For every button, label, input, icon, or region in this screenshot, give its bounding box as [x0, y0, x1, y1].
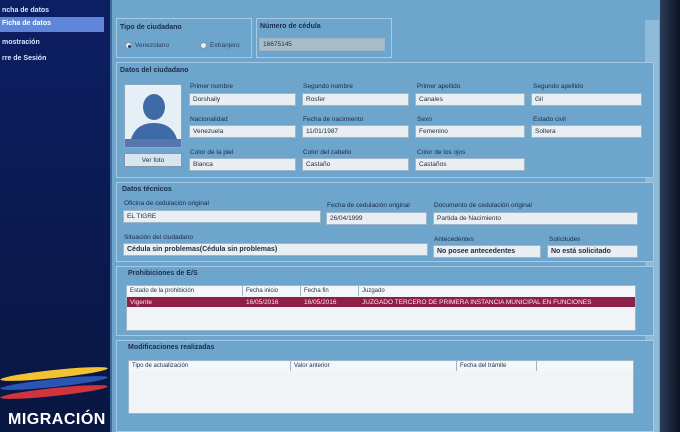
radio-venezolano-label: Venezolano	[135, 42, 169, 49]
solicitudes-label: Solicitudes	[549, 236, 581, 243]
sidebar-item-cierre-de-sesion[interactable]: rre de Sesión	[0, 52, 104, 67]
cell-estado: Vigente	[130, 299, 152, 306]
sidebar-item-administracion[interactable]: mostración	[0, 36, 104, 51]
col-fecha-inicio[interactable]: Fecha inicio	[243, 286, 301, 296]
nacionalidad-label: Nacionalidad	[190, 116, 228, 123]
color-ojos-label: Color de los ojos	[417, 149, 466, 156]
primer-nombre-label: Primer nombre	[190, 83, 233, 90]
situacion-label: Situación del ciudadano	[124, 234, 194, 241]
person-silhouette-icon	[125, 94, 181, 147]
color-cabello-field[interactable]: Castaño	[302, 158, 409, 171]
segundo-apellido-label: Segundo apellido	[533, 83, 584, 90]
cedula-title: Número de cédula	[260, 23, 321, 30]
modificaciones-title: Modificaciones realizadas	[128, 344, 215, 351]
sexo-field[interactable]: Femenino	[415, 125, 525, 138]
cell-juzgado: JUZGADO TERCERO DE PRIMERA INSTANCIA MUN…	[362, 299, 592, 306]
table-row[interactable]: Vigente 16/05/2016 16/05/2016 JUZGADO TE…	[127, 297, 635, 307]
ver-foto-button[interactable]: Ver foto	[124, 153, 182, 167]
documento-field[interactable]: Partida de Nacimiento	[433, 212, 638, 225]
oficina-field[interactable]: EL TIGRE	[123, 210, 321, 223]
estado-civil-field[interactable]: Soltera	[531, 125, 642, 138]
citizen-photo	[124, 84, 182, 148]
cell-fecha-inicio: 16/05/2016	[246, 299, 279, 306]
radio-extranjero-label: Extranjero	[210, 42, 240, 49]
fecha-nacimiento-label: Fecha de nacimiento	[303, 116, 364, 123]
nacionalidad-field[interactable]: Venezuela	[189, 125, 296, 138]
prohibiciones-table: Estado de la prohibición Fecha inicio Fe…	[126, 285, 636, 331]
migracion-logo: MIGRACIÓN	[8, 411, 106, 428]
sidebar-item-ficha-de-datos[interactable]: Ficha de datos	[0, 17, 104, 32]
sidebar: ncha de datos Ficha de datos mostración …	[0, 0, 110, 432]
window-frame	[660, 0, 680, 432]
segundo-nombre-label: Segundo nombre	[303, 83, 353, 90]
col-fecha-fin[interactable]: Fecha fin	[301, 286, 359, 296]
fecha-cedulacion-label: Fecha de cedulación original	[327, 202, 410, 209]
primer-nombre-field[interactable]: Dorshaily	[189, 93, 296, 106]
col-valor-anterior[interactable]: Valor anterior	[291, 361, 457, 371]
prohibiciones-title: Prohibiciones de E/S	[128, 270, 198, 277]
radio-extranjero[interactable]	[200, 42, 207, 49]
color-cabello-label: Color del cabello	[303, 149, 352, 156]
situacion-field[interactable]: Cédula sin problemas(Cédula sin problema…	[123, 243, 428, 256]
primer-apellido-label: Primer apellido	[417, 83, 461, 90]
color-ojos-field[interactable]: Castaños	[415, 158, 525, 171]
col-extra[interactable]	[537, 361, 633, 371]
color-piel-label: Color de la piel	[190, 149, 234, 156]
cedula-input[interactable]: 16675145	[259, 38, 385, 51]
color-piel-field[interactable]: Blanca	[189, 158, 296, 171]
primer-apellido-field[interactable]: Canales	[415, 93, 525, 106]
datos-tecnicos-title: Datos técnicos	[122, 186, 172, 193]
col-juzgado[interactable]: Juzgado	[359, 286, 635, 296]
sexo-label: Sexo	[417, 116, 432, 123]
documento-label: Documento de cedulación original	[434, 202, 532, 209]
col-fecha-tramite[interactable]: Fecha del trámite	[457, 361, 537, 371]
segundo-apellido-field[interactable]: Gil	[531, 93, 642, 106]
col-tipo-actualizacion[interactable]: Tipo de actualización	[129, 361, 291, 371]
antecedentes-label: Antecedentes	[434, 236, 474, 243]
col-estado-prohibicion[interactable]: Estado de la prohibición	[127, 286, 243, 296]
solicitudes-field[interactable]: No está solicitado	[547, 245, 638, 258]
datos-ciudadano-title: Datos del ciudadano	[120, 67, 189, 74]
estado-civil-label: Estado civil	[533, 116, 566, 123]
cell-fecha-fin: 16/05/2016	[304, 299, 337, 306]
radio-venezolano[interactable]	[125, 42, 132, 49]
oficina-label: Oficina de cedulación original	[124, 200, 209, 207]
fecha-cedulacion-field[interactable]: 26/04/1999	[326, 212, 427, 225]
segundo-nombre-field[interactable]: Rosfer	[302, 93, 409, 106]
fecha-nacimiento-field[interactable]: 11/01/1987	[302, 125, 409, 138]
modificaciones-table: Tipo de actualización Valor anterior Fec…	[128, 360, 634, 414]
antecedentes-field[interactable]: No posee antecedentes	[433, 245, 541, 258]
tipo-ciudadano-title: Tipo de ciudadano	[120, 24, 182, 31]
